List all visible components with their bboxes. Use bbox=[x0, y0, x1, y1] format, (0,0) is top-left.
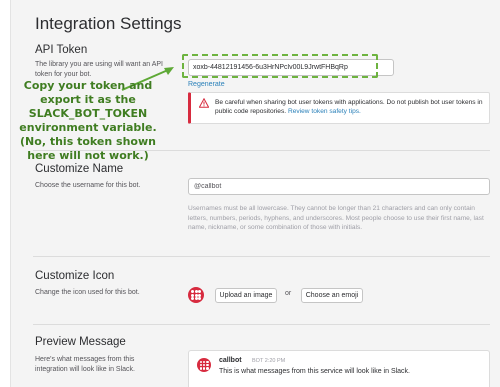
section-divider bbox=[33, 324, 490, 325]
api-token-title: API Token bbox=[35, 44, 88, 56]
warning-icon bbox=[199, 98, 209, 108]
customize-icon-title: Customize Icon bbox=[35, 270, 115, 282]
message-preview: callbot BOT 2:20 PM This is what message… bbox=[188, 350, 490, 387]
message-time: 2:20 PM bbox=[264, 358, 286, 364]
customize-name-description: Choose the username for this bot. bbox=[35, 182, 141, 189]
bot-badge: BOT bbox=[252, 358, 264, 364]
preview-bot-tag: BOT 2:20 PM bbox=[252, 358, 285, 364]
annotation-line: SLACK_BOT_TOKEN bbox=[28, 107, 148, 120]
username-field[interactable] bbox=[188, 178, 490, 195]
annotation-line: export it as the bbox=[40, 93, 136, 106]
annotation-line: here will not work.) bbox=[27, 149, 149, 162]
or-label: or bbox=[285, 290, 292, 297]
preview-message-text: This is what messages from this service … bbox=[219, 368, 411, 375]
settings-panel: Integration Settings API Token The libra… bbox=[10, 0, 500, 387]
token-warning-box: Be careful when sharing bot user tokens … bbox=[188, 92, 490, 124]
preview-message-description: Here's what messages from this integrati… bbox=[35, 356, 135, 373]
warning-text: Be careful when sharing bot user tokens … bbox=[215, 98, 487, 116]
bot-avatar-icon bbox=[197, 358, 211, 372]
upload-image-button[interactable]: Upload an image bbox=[215, 288, 277, 303]
bot-dots-icon bbox=[188, 287, 204, 303]
choose-emoji-button[interactable]: Choose an emoji bbox=[301, 288, 363, 303]
customize-icon-description: Change the icon used for this bot. bbox=[35, 289, 140, 296]
token-instructions-annotation: Copy your token and export it as the SLA… bbox=[0, 79, 176, 163]
token-highlight-box bbox=[182, 54, 378, 78]
preview-bot-name: callbot bbox=[219, 357, 242, 364]
username-help-text: Usernames must be all lowercase. They ca… bbox=[188, 205, 484, 231]
annotation-line: (No, this token shown bbox=[20, 135, 156, 148]
token-safety-link[interactable]: Review token safety tips. bbox=[288, 108, 361, 115]
page-title: Integration Settings bbox=[35, 14, 182, 33]
annotation-line: Copy your token and bbox=[23, 79, 153, 92]
annotation-line: environment variable. bbox=[19, 121, 157, 134]
preview-message-title: Preview Message bbox=[35, 336, 126, 348]
customize-name-title: Customize Name bbox=[35, 163, 124, 175]
regenerate-link[interactable]: Regenerate bbox=[188, 81, 225, 88]
section-divider bbox=[33, 256, 490, 257]
